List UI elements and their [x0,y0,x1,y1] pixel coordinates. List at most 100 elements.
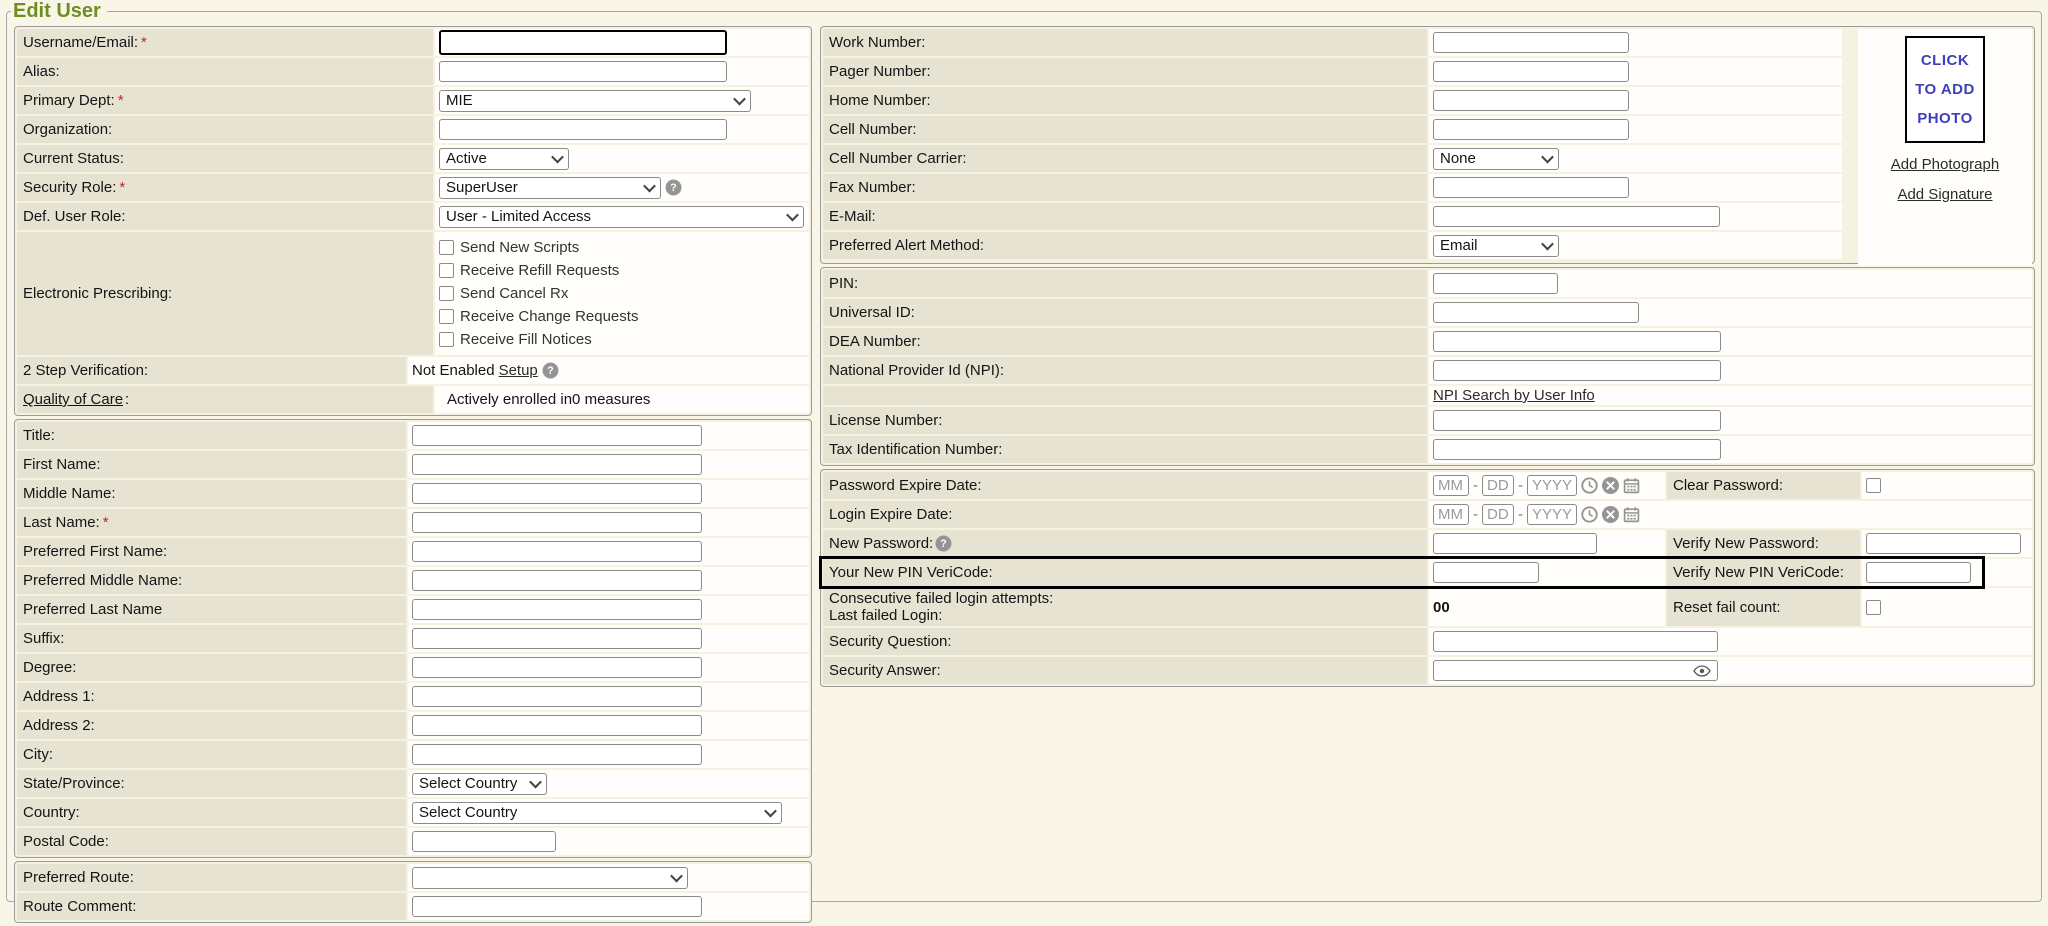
new-password-label: New Password: [829,535,933,552]
clear-password-checkbox[interactable] [1866,478,1881,493]
login-expire-yyyy-input[interactable] [1527,504,1577,525]
value-cell [1429,559,1665,586]
fax-number-label: Fax Number: [829,179,916,196]
quality-of-care-link[interactable]: Quality of Care [23,391,123,408]
clear-date-icon[interactable] [1602,506,1619,523]
send-new-scripts-checkbox[interactable] [439,240,454,255]
email-input[interactable] [1433,206,1720,227]
city-input[interactable] [412,744,702,765]
help-icon[interactable]: ? [542,362,559,379]
title-input[interactable] [412,425,702,446]
fax-number-input[interactable] [1433,177,1629,198]
alert-method-select[interactable]: Email [1433,235,1559,257]
label-cell: First Name: [17,451,406,478]
receive-fill-notices-checkbox[interactable] [439,332,454,347]
two-step-setup-link[interactable]: Setup [499,362,538,379]
password-expire-dd-input[interactable] [1482,475,1514,496]
organization-input[interactable] [439,119,727,140]
universal-id-input[interactable] [1433,302,1639,323]
route-comment-input[interactable] [412,896,702,917]
receive-change-requests-checkbox[interactable] [439,309,454,324]
label-cell: Postal Code: [17,828,406,855]
password-expire-mm-input[interactable] [1433,475,1469,496]
middle-name-input[interactable] [412,483,702,504]
license-number-input[interactable] [1433,410,1721,431]
postal-code-input[interactable] [412,831,556,852]
calendar-icon[interactable] [1623,477,1640,494]
current-status-select[interactable]: Active [439,148,569,170]
security-question-input[interactable] [1433,631,1718,652]
security-role-value: SuperUser [446,179,518,196]
country-select[interactable]: Select Country [412,802,782,824]
label-cell: Fax Number: [823,174,1427,201]
first-name-input[interactable] [412,454,702,475]
address1-input[interactable] [412,686,702,707]
add-photo-placeholder[interactable]: CLICK TO ADD PHOTO [1905,36,1985,143]
verify-vericode-label-cell: Verify New PIN VeriCode: [1667,559,1860,586]
pager-number-input[interactable] [1433,61,1629,82]
cell-number-input[interactable] [1433,119,1629,140]
chevron-down-icon [670,870,683,883]
degree-input[interactable] [412,657,702,678]
dea-number-label: DEA Number: [829,333,921,350]
npi-input[interactable] [1433,360,1721,381]
value-cell [1429,270,2032,297]
label-cell: Preferred Middle Name: [17,567,406,594]
add-photograph-link[interactable]: Add Photograph [1891,156,1999,173]
postal-code-label: Postal Code: [23,833,109,850]
login-expire-mm-input[interactable] [1433,504,1469,525]
last-name-input[interactable] [412,512,702,533]
help-icon[interactable]: ? [935,535,952,552]
username-input[interactable] [439,30,727,55]
pin-input[interactable] [1433,273,1558,294]
receive-refill-requests-checkbox[interactable] [439,263,454,278]
add-signature-link[interactable]: Add Signature [1897,186,1992,203]
home-number-label: Home Number: [829,92,931,109]
license-number-row: License Number: [823,407,2032,434]
state-value: Select Country [419,775,517,792]
clear-date-icon[interactable] [1602,477,1619,494]
cell-carrier-select[interactable]: None [1433,148,1559,170]
primary-dept-row: Primary Dept:* MIE [17,87,809,114]
tax-id-input[interactable] [1433,439,1721,460]
help-icon[interactable]: ? [665,179,682,196]
alias-input[interactable] [439,61,727,82]
verify-vericode-label: Verify New PIN VeriCode: [1673,564,1844,581]
quality-of-care-value: Actively enrolled in0 measures [447,391,650,408]
def-user-role-select[interactable]: User - Limited Access [439,206,804,228]
calendar-icon[interactable] [1623,506,1640,523]
value-cell [1429,328,2032,355]
first-name-label: First Name: [23,456,101,473]
security-answer-input[interactable] [1433,660,1718,681]
home-number-input[interactable] [1433,90,1629,111]
preferred-route-select[interactable] [412,867,688,889]
state-select[interactable]: Select Country [412,773,547,795]
verify-vericode-input[interactable] [1866,562,1971,583]
reset-fail-checkbox[interactable] [1866,600,1881,615]
clock-icon[interactable] [1581,506,1598,523]
clock-icon[interactable] [1581,477,1598,494]
work-number-input[interactable] [1433,32,1629,53]
security-role-select[interactable]: SuperUser [439,177,661,199]
send-cancel-rx-checkbox[interactable] [439,286,454,301]
new-password-input[interactable] [1433,533,1597,554]
left-column: Username/Email:* Alias: Primary Dept:* M… [14,26,812,926]
dea-number-input[interactable] [1433,331,1721,352]
preferred-first-name-input[interactable] [412,541,702,562]
address2-input[interactable] [412,715,702,736]
show-password-eye-icon[interactable] [1693,665,1711,677]
suffix-input[interactable] [412,628,702,649]
password-expire-yyyy-input[interactable] [1527,475,1577,496]
login-expire-dd-input[interactable] [1482,504,1514,525]
pin-vericode-input[interactable] [1433,562,1539,583]
cell-carrier-row: Cell Number Carrier:None [823,145,2032,172]
security-question-row: Security Question: [823,628,2032,655]
photo-text-line: PHOTO [1907,104,1983,133]
eprx-option: Send Cancel Rx [439,282,568,305]
primary-dept-select[interactable]: MIE [439,90,751,112]
chevron-down-icon [764,805,777,818]
npi-search-link[interactable]: NPI Search by User Info [1433,387,1595,404]
preferred-middle-name-input[interactable] [412,570,702,591]
verify-password-input[interactable] [1866,533,2021,554]
preferred-last-name-input[interactable] [412,599,702,620]
